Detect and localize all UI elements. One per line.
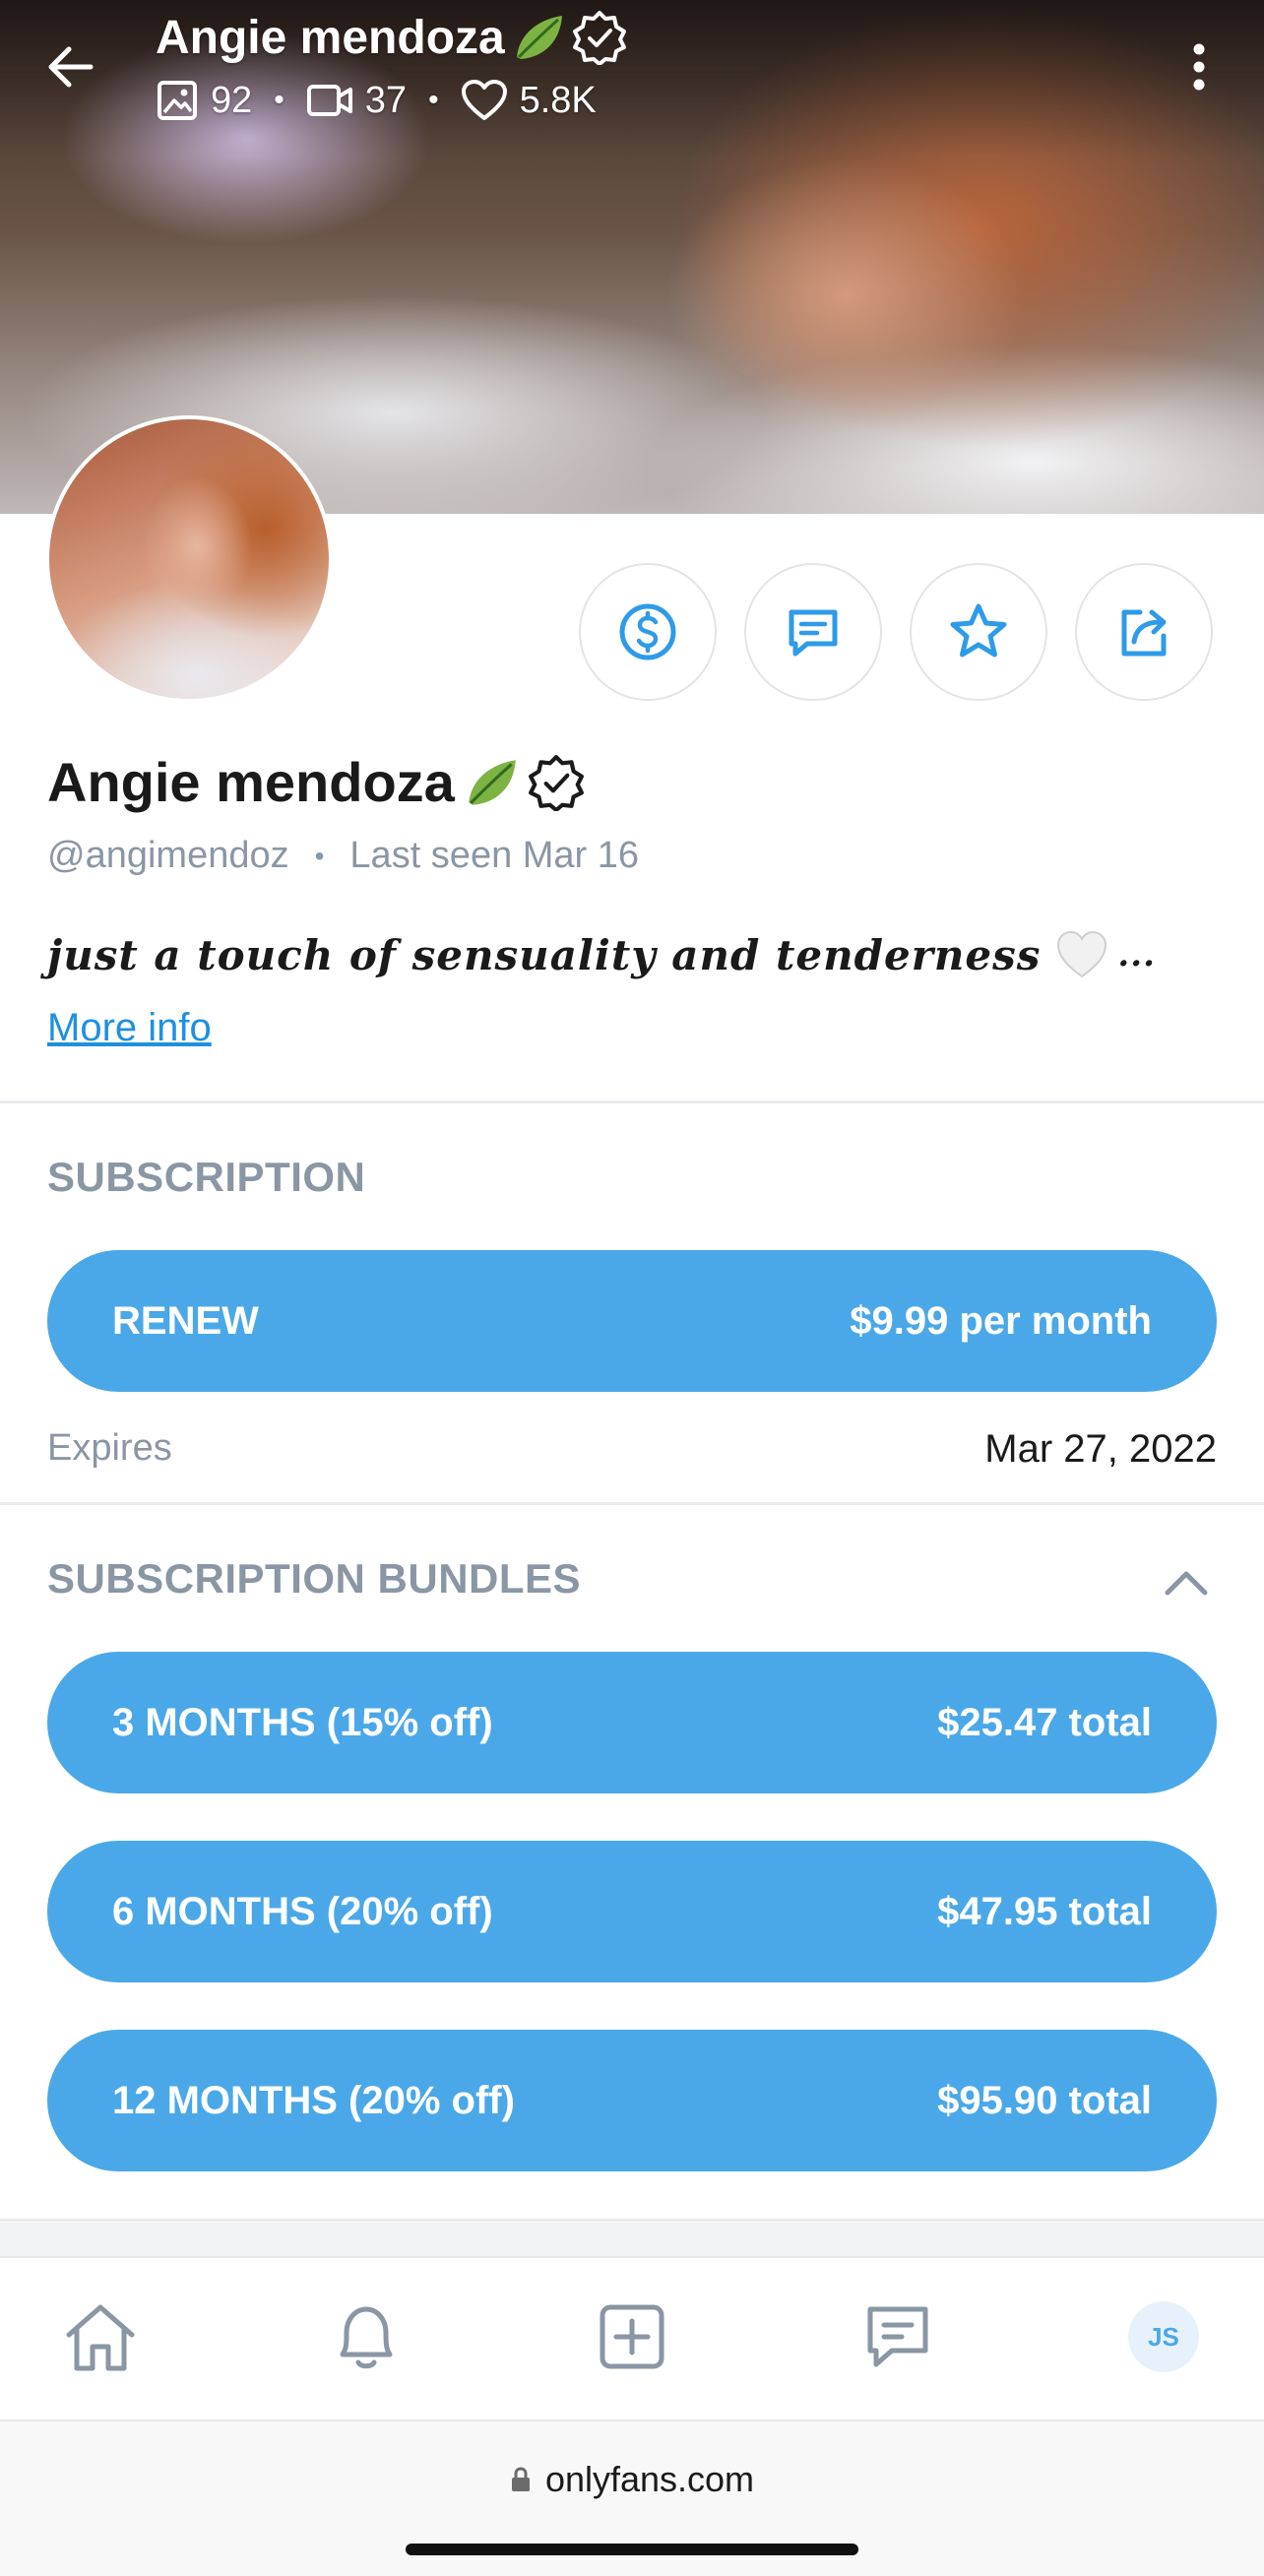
profile-bio: just a touch of sensuality and tendernes… [47, 927, 1156, 982]
home-icon [66, 2304, 135, 2371]
bundle-3-months-button[interactable]: 3 MONTHS (15% off) $25.47 total [47, 1652, 1217, 1793]
section-gap [0, 2223, 1264, 2256]
nav-messages[interactable] [849, 2288, 947, 2386]
bundle-label: 12 MONTHS (20% off) [112, 2078, 515, 2122]
meta-separator: • [314, 840, 325, 871]
bundles-title: SUBSCRIPTION BUNDLES [47, 1555, 582, 1602]
photos-stat: 92 [156, 79, 252, 122]
white-heart-emoji-icon [1057, 930, 1107, 978]
more-info-link[interactable]: More info [47, 1006, 212, 1050]
user-avatar: JS [1128, 2301, 1199, 2372]
divider [0, 2219, 1264, 2222]
header-title: Angie mendoza [156, 8, 627, 67]
expires-label: Expires [47, 1427, 172, 1469]
share-icon [1121, 609, 1167, 657]
likes-count: 5.8K [519, 79, 597, 121]
bell-icon [340, 2306, 393, 2369]
likes-stat: 5.8K [461, 79, 597, 122]
divider [0, 1502, 1264, 1505]
profile-handle: @angimendoz [47, 835, 289, 876]
renew-price: $9.99 per month [850, 1298, 1152, 1343]
profile-meta: @angimendoz • Last seen Mar 16 [47, 835, 639, 877]
bundle-12-months-button[interactable]: 12 MONTHS (20% off) $95.90 total [47, 2030, 1217, 2171]
collapse-bundles-button[interactable] [1160, 1555, 1213, 1608]
share-button[interactable] [1075, 563, 1213, 701]
nav-home[interactable] [51, 2288, 150, 2386]
bundle-label: 6 MONTHS (20% off) [112, 1889, 493, 1933]
videos-count: 37 [364, 79, 408, 121]
bio-text: just a touch of sensuality and tendernes… [47, 930, 1042, 979]
expires-date: Mar 27, 2022 [984, 1427, 1217, 1471]
image-icon [158, 81, 197, 120]
chevron-up-icon [1165, 1571, 1208, 1596]
leaf-emoji-icon [516, 16, 562, 59]
videos-stat: 37 [306, 79, 407, 122]
nav-new-post[interactable] [583, 2288, 681, 2386]
bundle-6-months-button[interactable]: 6 MONTHS (20% off) $47.95 total [47, 1841, 1217, 1982]
tip-button[interactable] [579, 563, 717, 701]
message-icon [789, 609, 838, 657]
star-icon [950, 603, 1007, 658]
video-icon [306, 85, 352, 116]
stat-separator: • [274, 84, 284, 116]
more-options-button[interactable] [1179, 35, 1219, 98]
verified-icon [528, 754, 584, 811]
renew-button[interactable]: RENEW $9.99 per month [47, 1250, 1217, 1392]
profile-name-text: Angie mendoza [47, 751, 455, 813]
last-seen: Last seen Mar 16 [349, 835, 640, 876]
url-text: onlyfans.com [544, 2459, 755, 2499]
header-name: Angie mendoza [156, 11, 505, 64]
profile-name: Angie mendoza [47, 750, 585, 814]
renew-label: RENEW [112, 1298, 259, 1343]
header-stats: 92 • 37 • 5.8K [156, 79, 597, 122]
divider [0, 1100, 1264, 1103]
back-button[interactable] [39, 35, 102, 98]
bundle-price: $25.47 total [937, 1700, 1152, 1744]
bundle-price: $95.90 total [937, 2078, 1152, 2122]
bio-ellipsis: ... [1117, 935, 1156, 974]
url-display: onlyfans.com [0, 2459, 1264, 2500]
home-indicator[interactable] [406, 2544, 858, 2555]
avatar[interactable] [45, 415, 333, 703]
lock-icon [511, 2467, 530, 2491]
favorite-button[interactable] [910, 563, 1047, 701]
message-icon [867, 2306, 928, 2367]
arrow-left-icon [48, 46, 94, 88]
nav-notifications[interactable] [317, 2288, 415, 2386]
verified-icon [572, 11, 626, 65]
browser-url-bar[interactable]: onlyfans.com [0, 2421, 1264, 2576]
bundle-label: 3 MONTHS (15% off) [112, 1700, 493, 1744]
message-button[interactable] [744, 563, 882, 701]
nav-profile[interactable]: JS [1114, 2288, 1213, 2386]
bundle-price: $47.95 total [937, 1889, 1152, 1933]
dollar-icon [619, 603, 676, 660]
bottom-nav: JS [0, 2256, 1264, 2421]
subscription-title: SUBSCRIPTION [47, 1154, 366, 1200]
more-vertical-icon [1193, 43, 1205, 91]
leaf-emoji-icon [469, 759, 516, 805]
photos-count: 92 [211, 79, 253, 121]
add-square-icon [600, 2304, 664, 2369]
heart-icon [461, 80, 507, 120]
stat-separator: • [428, 84, 439, 116]
